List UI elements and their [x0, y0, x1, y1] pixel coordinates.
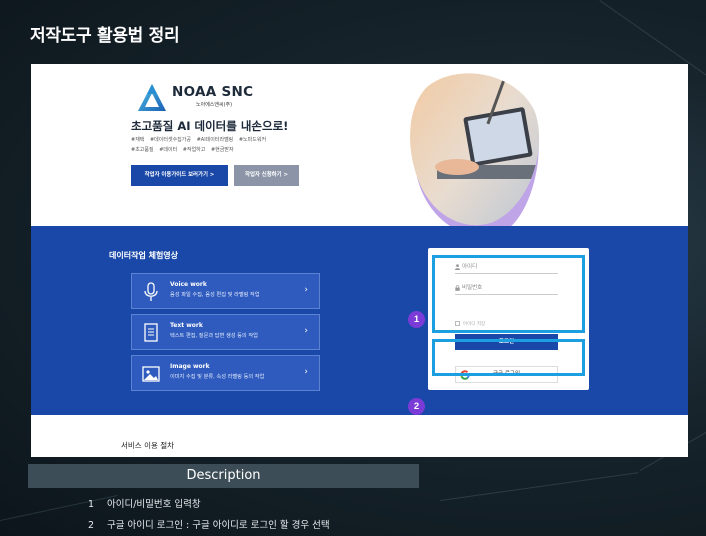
work-title: Text work: [170, 322, 203, 329]
text-work-card[interactable]: Text work 텍스트 편집, 질문과 답변 생성 등의 작업 ›: [131, 314, 320, 350]
brand-subtitle: 노아에스앤씨(주): [196, 102, 233, 108]
hashtag: #작업하고: [182, 147, 206, 153]
highlight-box-google: [432, 339, 585, 376]
highlight-box-credentials: [432, 255, 585, 333]
guide-button[interactable]: 작업자 이용가이드 보러가기 >: [131, 165, 228, 186]
website-screenshot: NOAA SNC 노아에스앤씨(주) 초고품질 AI 데이터를 내손으로! #재…: [31, 64, 688, 457]
description-header: Description: [28, 464, 419, 488]
background-line: [440, 472, 639, 501]
description-text: 구글 아이디 로그인 : 구글 아이디로 로그인 할 경우 선택: [107, 520, 330, 531]
service-steps-title: 서비스 이용 절차: [121, 441, 175, 450]
hashtag: #재택: [131, 137, 145, 143]
chevron-right-icon: ›: [304, 326, 308, 336]
laptop-photo: [410, 73, 539, 237]
description-item: 2 구글 아이디 로그인 : 구글 아이디로 로그인 할 경우 선택: [88, 517, 330, 531]
microphone-icon: [144, 282, 158, 301]
hero-headline: 초고품질 AI 데이터를 내손으로!: [131, 119, 289, 133]
brand-name: NOAA SNC: [172, 84, 254, 100]
work-title: Image work: [170, 363, 210, 370]
image-icon: [142, 366, 160, 382]
hashtag-list: #재택 #데이터셋수집가공 #AI데이터라벨링 #노마드워커 #초고품질 #데이…: [131, 135, 270, 155]
hashtag: #AI데이터라벨링: [196, 137, 234, 143]
apply-button[interactable]: 작업자 신청하기 >: [234, 165, 299, 186]
work-description: 이미지 수집 및 분류, 속성 라벨링 등의 작업: [170, 374, 265, 380]
image-work-card[interactable]: Image work 이미지 수집 및 분류, 속성 라벨링 등의 작업 ›: [131, 355, 320, 391]
hashtag: #데이터: [159, 147, 178, 153]
chevron-right-icon: ›: [304, 367, 308, 377]
description-text: 아이디/비밀번호 입력창: [107, 499, 201, 510]
hashtag: #현금받자: [210, 147, 234, 153]
voice-work-card[interactable]: Voice work 음성 파일 수집, 음성 편집 및 라벨링 작업 ›: [131, 273, 320, 309]
hero-section: NOAA SNC 노아에스앤씨(주) 초고품질 AI 데이터를 내손으로! #재…: [31, 64, 688, 237]
work-description: 음성 파일 수집, 음성 편집 및 라벨링 작업: [170, 292, 260, 298]
annotation-badge-1: 1: [408, 311, 425, 328]
slide-title: 저작도구 활용법 정리: [30, 26, 180, 46]
annotation-badge-2: 2: [408, 398, 425, 415]
work-description: 텍스트 편집, 질문과 답변 생성 등의 작업: [170, 333, 258, 339]
description-number: 2: [88, 520, 95, 531]
hashtag: #노마드워커: [238, 137, 267, 143]
hashtag: #초고품질: [131, 147, 154, 153]
hashtag: #데이터셋수집가공: [149, 137, 191, 143]
description-number: 1: [88, 499, 95, 510]
description-item: 1 아이디/비밀번호 입력창: [88, 496, 201, 510]
work-section: 데이터작업 체험영상 Voice work 음성 파일 수집, 음성 편집 및 …: [31, 226, 688, 415]
section-title: 데이터작업 체험영상: [109, 251, 179, 260]
logo-icon: [138, 84, 166, 111]
work-title: Voice work: [170, 281, 207, 288]
chevron-right-icon: ›: [304, 285, 308, 295]
document-icon: [144, 323, 158, 342]
